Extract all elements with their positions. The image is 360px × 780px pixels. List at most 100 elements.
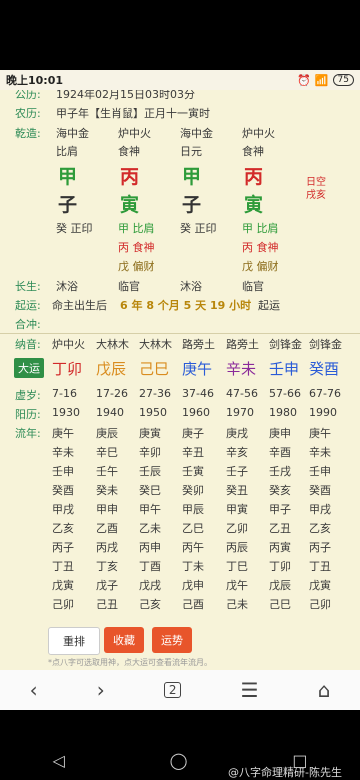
liunian-cell[interactable]: 丙申 (139, 539, 161, 555)
liunian-cell[interactable]: 乙亥 (52, 520, 74, 536)
back-icon[interactable]: ‹ (30, 678, 38, 702)
liunian-cell[interactable]: 乙未 (139, 520, 161, 536)
liunian-cell[interactable]: 丁卯 (269, 558, 291, 574)
liunian-cell[interactable]: 丙寅 (269, 539, 291, 555)
liunian-cell[interactable]: 甲申 (96, 501, 118, 517)
dayun-item[interactable]: 辛未 (226, 358, 256, 379)
liunian-cell[interactable]: 甲戌 (52, 501, 74, 517)
liunian-cell[interactable]: 庚辰 (96, 425, 118, 441)
liunian-cell[interactable]: 庚午 (309, 425, 331, 441)
liunian-cell[interactable]: 癸丑 (226, 482, 248, 498)
status-icons: ⏰ 📶 75 (297, 74, 360, 87)
liunian-cell[interactable]: 癸巳 (139, 482, 161, 498)
liunian-cell[interactable]: 戊戌 (139, 577, 161, 593)
liunian-cell[interactable]: 辛亥 (226, 444, 248, 460)
liunian-cell[interactable]: 丙午 (182, 539, 204, 555)
liunian-cell[interactable]: 甲戌 (309, 501, 331, 517)
liunian-cell[interactable]: 甲午 (139, 501, 161, 517)
liunian-cell[interactable]: 庚子 (182, 425, 204, 441)
liunian-cell[interactable]: 戊子 (96, 577, 118, 593)
pillar-gan[interactable]: 丙 (120, 162, 139, 189)
liunian-cell[interactable]: 己卯 (52, 596, 74, 612)
liunian-cell[interactable]: 丁酉 (139, 558, 161, 574)
save-button[interactable]: 收藏 (104, 627, 144, 653)
liunian-cell[interactable]: 庚午 (52, 425, 74, 441)
liunian-cell[interactable]: 戊辰 (269, 577, 291, 593)
liunian-cell[interactable]: 辛卯 (139, 444, 161, 460)
liunian-cell[interactable]: 戊午 (226, 577, 248, 593)
liunian-cell[interactable]: 丁巳 (226, 558, 248, 574)
liunian-cell[interactable]: 辛丑 (182, 444, 204, 460)
liunian-cell[interactable]: 辛未 (52, 444, 74, 460)
home-icon[interactable]: ⌂ (318, 678, 331, 702)
forward-icon[interactable]: › (97, 678, 105, 702)
liunian-cell[interactable]: 壬戌 (269, 463, 291, 479)
dayun-item[interactable]: 丁卯 (52, 358, 82, 379)
liunian-cell[interactable]: 乙卯 (226, 520, 248, 536)
pillar-zhi[interactable]: 子 (58, 190, 77, 217)
liunian-cell[interactable]: 甲辰 (182, 501, 204, 517)
liunian-cell[interactable]: 辛巳 (96, 444, 118, 460)
liunian-cell[interactable]: 壬申 (52, 463, 74, 479)
liunian-cell[interactable]: 癸酉 (52, 482, 74, 498)
liunian-cell[interactable]: 丁未 (182, 558, 204, 574)
dayun-item[interactable]: 壬申 (269, 358, 299, 379)
browser-navbar: ‹ › 2 ☰ ⌂ (0, 670, 360, 710)
liunian-cell[interactable]: 壬午 (96, 463, 118, 479)
liunian-cell[interactable]: 乙亥 (309, 520, 331, 536)
dayun-item[interactable]: 己巳 (139, 358, 169, 379)
liunian-cell[interactable]: 壬辰 (139, 463, 161, 479)
liunian-cell[interactable]: 己丑 (96, 596, 118, 612)
dayun-item[interactable]: 癸酉 (309, 358, 339, 379)
menu-icon[interactable]: ☰ (241, 678, 259, 702)
liunian-cell[interactable]: 己巳 (269, 596, 291, 612)
liunian-cell[interactable]: 丁丑 (309, 558, 331, 574)
liunian-cell[interactable]: 癸亥 (269, 482, 291, 498)
liunian-cell[interactable]: 戊寅 (52, 577, 74, 593)
liunian-cell[interactable]: 辛未 (309, 444, 331, 460)
liunian-cell[interactable]: 庚申 (269, 425, 291, 441)
liunian-cell[interactable]: 辛酉 (269, 444, 291, 460)
liunian-cell[interactable]: 丙子 (309, 539, 331, 555)
pillar-zhi[interactable]: 寅 (120, 190, 139, 217)
tabs-icon[interactable]: 2 (163, 682, 182, 698)
liunian-cell[interactable]: 戊寅 (309, 577, 331, 593)
liunian-cell[interactable]: 乙酉 (96, 520, 118, 536)
liunian-cell[interactable]: 庚寅 (139, 425, 161, 441)
liunian-cell[interactable]: 丙戌 (96, 539, 118, 555)
liunian-cell[interactable]: 庚戌 (226, 425, 248, 441)
liunian-cell[interactable]: 癸卯 (182, 482, 204, 498)
fortune-button[interactable]: 运势 (152, 627, 192, 653)
status-time: 晚上10:01 (6, 74, 64, 87)
liunian-cell[interactable]: 己亥 (139, 596, 161, 612)
liunian-cell[interactable]: 壬申 (309, 463, 331, 479)
pillar-gan[interactable]: 甲 (182, 162, 201, 189)
pillar-zhi[interactable]: 寅 (244, 190, 263, 217)
pillar-zhi[interactable]: 子 (182, 190, 201, 217)
liunian-cell[interactable]: 丙辰 (226, 539, 248, 555)
liunian-cell[interactable]: 壬寅 (182, 463, 204, 479)
dayun-item[interactable]: 庚午 (182, 358, 212, 379)
dayun-row[interactable]: 大运 丁卯 戊辰 己巳 庚午 辛未 壬申 癸酉 (0, 358, 360, 380)
liunian-cell[interactable]: 丙子 (52, 539, 74, 555)
liunian-cell[interactable]: 癸酉 (309, 482, 331, 498)
back-triangle-icon[interactable]: ◁ (52, 751, 64, 770)
liunian-cell[interactable]: 己卯 (309, 596, 331, 612)
liunian-cell[interactable]: 乙丑 (269, 520, 291, 536)
reset-button[interactable]: 重排 (48, 627, 100, 655)
home-circle-icon[interactable]: ◯ (170, 751, 188, 770)
liunian-cell[interactable]: 己酉 (182, 596, 204, 612)
liunian-cell[interactable]: 乙巳 (182, 520, 204, 536)
liunian-cell[interactable]: 甲子 (269, 501, 291, 517)
liunian-cell[interactable]: 癸未 (96, 482, 118, 498)
liunian-cell[interactable]: 丁丑 (52, 558, 74, 574)
liunian-cell[interactable]: 壬子 (226, 463, 248, 479)
liunian-cell[interactable]: 甲寅 (226, 501, 248, 517)
dayun-badge: 大运 (14, 358, 44, 378)
liunian-cell[interactable]: 己未 (226, 596, 248, 612)
pillar-gan[interactable]: 丙 (244, 162, 263, 189)
dayun-item[interactable]: 戊辰 (96, 358, 126, 379)
liunian-cell[interactable]: 戊申 (182, 577, 204, 593)
pillar-gan[interactable]: 甲 (58, 162, 77, 189)
liunian-cell[interactable]: 丁亥 (96, 558, 118, 574)
